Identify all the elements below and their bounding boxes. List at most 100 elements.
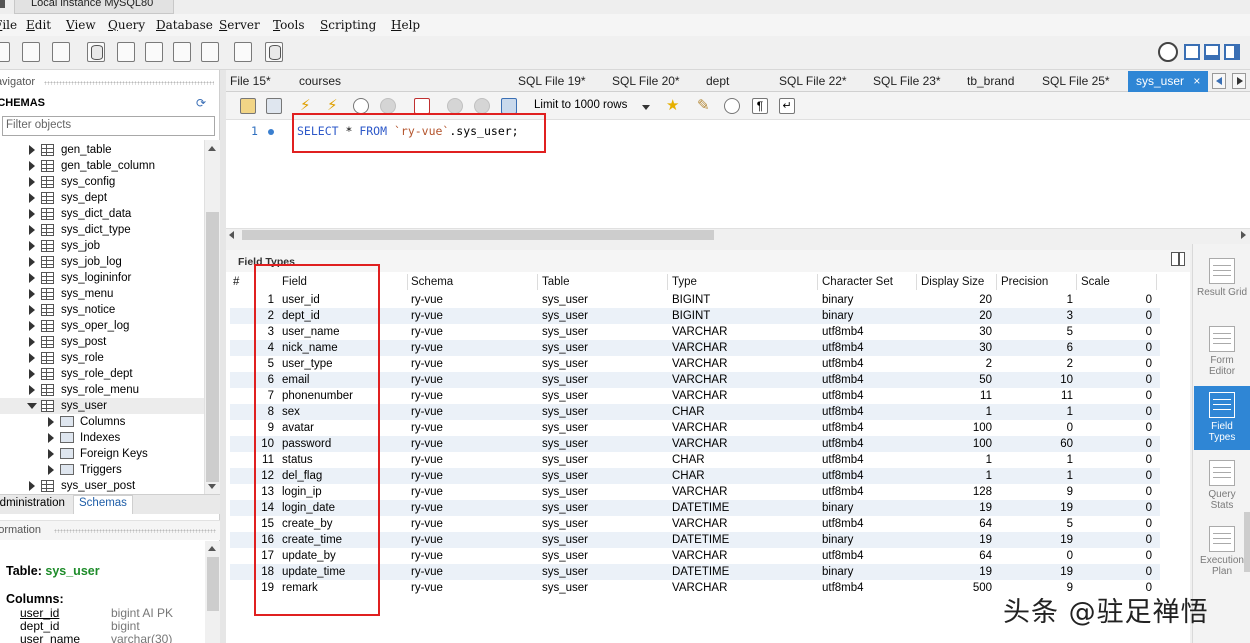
table-cell[interactable]: ry-vue	[411, 308, 443, 324]
table-cell[interactable]: binary	[822, 564, 853, 580]
table-cell[interactable]: sys_user	[542, 436, 588, 452]
table-cell[interactable]: 2	[920, 356, 992, 372]
table-cell[interactable]: ry-vue	[411, 564, 443, 580]
explain-icon[interactable]	[353, 98, 369, 114]
table-cell[interactable]: 128	[920, 484, 992, 500]
tree-item-sys-dict-data[interactable]: sys_dict_data	[0, 206, 204, 222]
expand-arrow-icon[interactable]	[29, 209, 35, 219]
table-cell[interactable]: 0	[1080, 292, 1152, 308]
table-cell[interactable]: sys_user	[542, 292, 588, 308]
table-cell[interactable]: 5	[1000, 516, 1073, 532]
execute-icon[interactable]: ⚡	[300, 98, 316, 114]
tree-item-sys-config[interactable]: sys_config	[0, 174, 204, 190]
table-cell[interactable]: 1	[920, 452, 992, 468]
wrap-lines-icon[interactable]: ↵	[779, 98, 795, 114]
expand-arrow-icon[interactable]	[29, 337, 35, 347]
table-cell[interactable]: ry-vue	[411, 580, 443, 596]
tree-item-sys-post[interactable]: sys_post	[0, 334, 204, 350]
table-cell[interactable]: utf8mb4	[822, 324, 864, 340]
table-cell[interactable]: CHAR	[672, 468, 705, 484]
table-cell[interactable]: utf8mb4	[822, 468, 864, 484]
tab-schemas[interactable]: Schemas	[73, 495, 133, 514]
table-cell[interactable]: VARCHAR	[672, 340, 727, 356]
table-cell[interactable]: 5	[1000, 324, 1073, 340]
table-cell[interactable]: 500	[920, 580, 992, 596]
table-cell[interactable]: sys_user	[542, 372, 588, 388]
create-procedure-icon[interactable]	[173, 42, 191, 62]
table-cell[interactable]: 11	[920, 388, 992, 404]
find-icon[interactable]	[724, 98, 740, 114]
tree-item-sys-dept[interactable]: sys_dept	[0, 190, 204, 206]
table-cell[interactable]: 19	[1000, 532, 1073, 548]
table-cell[interactable]: utf8mb4	[822, 436, 864, 452]
tab-tb-brand[interactable]: tb_brand	[967, 74, 1014, 88]
gear-icon[interactable]	[1158, 42, 1178, 62]
tree-item-sys-job-log[interactable]: sys_job_log	[0, 254, 204, 270]
table-cell[interactable]: 19	[1000, 564, 1073, 580]
table-cell[interactable]: binary	[822, 532, 853, 548]
table-cell[interactable]: ry-vue	[411, 388, 443, 404]
refresh-icon[interactable]: ⟳	[196, 96, 206, 110]
table-cell[interactable]: 0	[1080, 468, 1152, 484]
table-cell[interactable]: 0	[1080, 436, 1152, 452]
col-header-charset[interactable]: Character Set	[822, 276, 893, 288]
table-cell[interactable]: VARCHAR	[672, 324, 727, 340]
table-cell[interactable]: ry-vue	[411, 356, 443, 372]
table-cell[interactable]: 0	[1080, 340, 1152, 356]
expand-arrow-icon[interactable]	[29, 353, 35, 363]
table-cell[interactable]: VARCHAR	[672, 436, 727, 452]
limit-rows-select[interactable]: Limit to 1000 rows	[530, 97, 656, 117]
table-cell[interactable]: 30	[920, 340, 992, 356]
tree-item-sys-notice[interactable]: sys_notice	[0, 302, 204, 318]
menu-view[interactable]: View	[66, 18, 96, 32]
table-cell[interactable]: 0	[1000, 420, 1073, 436]
tree-item-gen-table-column[interactable]: gen_table_column	[0, 158, 204, 174]
scroll-down-arrow[interactable]	[208, 484, 216, 489]
table-cell[interactable]: ry-vue	[411, 292, 443, 308]
table-cell[interactable]: utf8mb4	[822, 388, 864, 404]
col-header-index[interactable]: #	[233, 276, 239, 288]
tree-item-sys-role-dept[interactable]: sys_role_dept	[0, 366, 204, 382]
table-cell[interactable]: sys_user	[542, 388, 588, 404]
tab-file-15[interactable]: File 15*	[230, 74, 271, 88]
table-cell[interactable]: 0	[1080, 308, 1152, 324]
stop-icon[interactable]	[380, 98, 396, 114]
invisible-chars-icon[interactable]: ¶	[752, 98, 768, 114]
expand-arrow-icon[interactable]	[27, 403, 37, 409]
table-cell[interactable]: 19	[920, 532, 992, 548]
table-cell[interactable]: DATETIME	[672, 500, 729, 516]
table-cell[interactable]: 0	[1080, 484, 1152, 500]
expand-arrow-icon[interactable]	[29, 225, 35, 235]
navigator-scroll-thumb[interactable]	[206, 212, 219, 482]
tree-item-sys-oper-log[interactable]: sys_oper_log	[0, 318, 204, 334]
menu-edit[interactable]: Edit	[26, 18, 51, 32]
tree-item-sys-job[interactable]: sys_job	[0, 238, 204, 254]
sql-file-icon[interactable]	[22, 42, 40, 62]
toggle-panel-icon[interactable]	[1171, 252, 1185, 266]
table-cell[interactable]: VARCHAR	[672, 388, 727, 404]
table-cell[interactable]: BIGINT	[672, 292, 710, 308]
side-button-execution-plan[interactable]: Execution Plan	[1194, 520, 1250, 584]
tab-scroll-right-icon[interactable]	[1232, 73, 1246, 89]
menu-server[interactable]: Server	[219, 18, 260, 32]
expand-arrow-icon[interactable]	[48, 449, 54, 459]
side-button-query-stats[interactable]: Query Stats	[1194, 454, 1250, 518]
col-header-schema[interactable]: Schema	[411, 276, 453, 288]
table-cell[interactable]: 50	[920, 372, 992, 388]
reconnect-icon[interactable]	[265, 42, 283, 62]
col-header-scale[interactable]: Scale	[1081, 276, 1110, 288]
close-tab-icon[interactable]: ×	[1193, 74, 1200, 88]
tree-subitem-triggers[interactable]: Triggers	[0, 462, 204, 478]
expand-arrow-icon[interactable]	[29, 193, 35, 203]
tab-sql-file-25[interactable]: SQL File 25*	[1042, 74, 1110, 88]
table-cell[interactable]: utf8mb4	[822, 356, 864, 372]
table-cell[interactable]: BIGINT	[672, 308, 710, 324]
table-cell[interactable]: 30	[920, 324, 992, 340]
table-cell[interactable]: 1	[1000, 468, 1073, 484]
table-cell[interactable]: utf8mb4	[822, 548, 864, 564]
table-cell[interactable]: 0	[1080, 404, 1152, 420]
new-connection-icon[interactable]	[0, 42, 10, 62]
create-schema-icon[interactable]	[87, 42, 105, 62]
create-view-icon[interactable]	[145, 42, 163, 62]
table-cell[interactable]: utf8mb4	[822, 340, 864, 356]
